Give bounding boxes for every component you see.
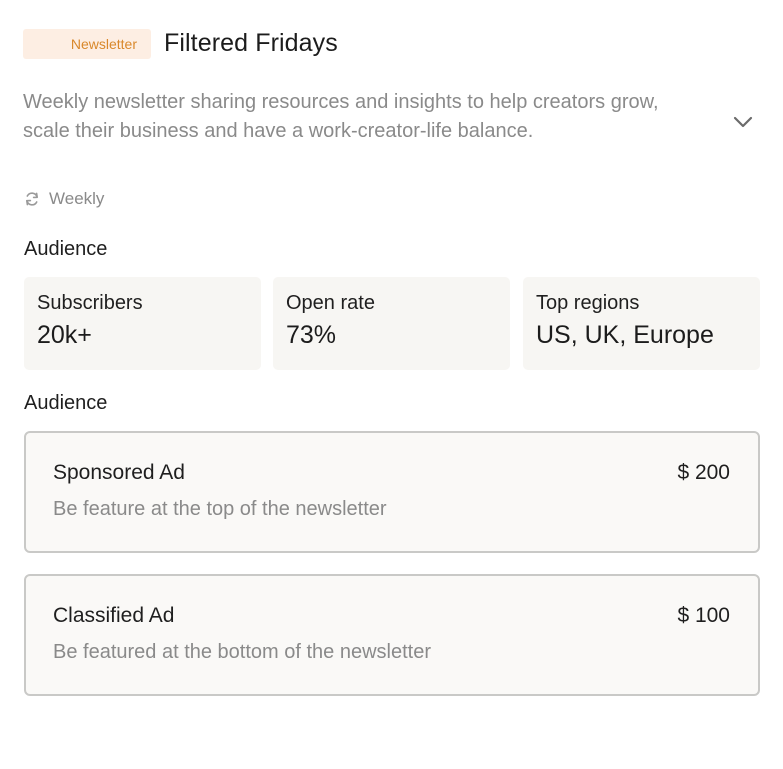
stat-value: 20k+ xyxy=(37,321,92,349)
stat-label: Open rate xyxy=(286,292,375,314)
newsletter-card: Newsletter Filtered Fridays Weekly newsl… xyxy=(0,0,783,769)
stat-subscribers: Subscribers 20k+ xyxy=(24,277,261,370)
ad-option-description: Be featured at the bottom of the newslet… xyxy=(53,641,432,663)
stat-label: Subscribers xyxy=(37,292,143,314)
newsletter-header: Newsletter Filtered Fridays xyxy=(23,26,338,60)
ad-option-name: Sponsored Ad xyxy=(53,461,185,484)
ad-option-classified[interactable]: Classified Ad $ 100 Be featured at the b… xyxy=(24,574,760,696)
newsletter-title: Filtered Fridays xyxy=(164,28,338,57)
ad-option-description: Be feature at the top of the newsletter xyxy=(53,498,387,520)
chevron-down-icon[interactable] xyxy=(732,115,754,129)
stat-open-rate: Open rate 73% xyxy=(273,277,510,370)
stat-value: 73% xyxy=(286,321,337,349)
frequency-info: Weekly xyxy=(24,189,104,209)
ad-option-price: $ 200 xyxy=(677,461,730,484)
ad-option-sponsored[interactable]: Sponsored Ad $ 200 Be feature at the top… xyxy=(24,431,760,553)
ad-option-price: $ 100 xyxy=(677,604,730,627)
ad-option-header: Sponsored Ad $ 200 xyxy=(53,461,730,485)
stat-top-regions: Top regions US, UK, Europe xyxy=(523,277,760,370)
stat-value: US, UK, Europe xyxy=(536,321,714,349)
ad-option-name: Classified Ad xyxy=(53,604,175,627)
refresh-icon xyxy=(25,192,38,206)
frequency-label: Weekly xyxy=(49,189,105,208)
ad-options-heading: Audience xyxy=(24,392,108,414)
audience-heading: Audience xyxy=(24,238,108,260)
stat-label: Top regions xyxy=(536,292,640,314)
ad-option-header: Classified Ad $ 100 xyxy=(53,604,730,628)
newsletter-description: Weekly newsletter sharing resources and … xyxy=(23,91,659,142)
newsletter-badge: Newsletter xyxy=(23,29,151,59)
